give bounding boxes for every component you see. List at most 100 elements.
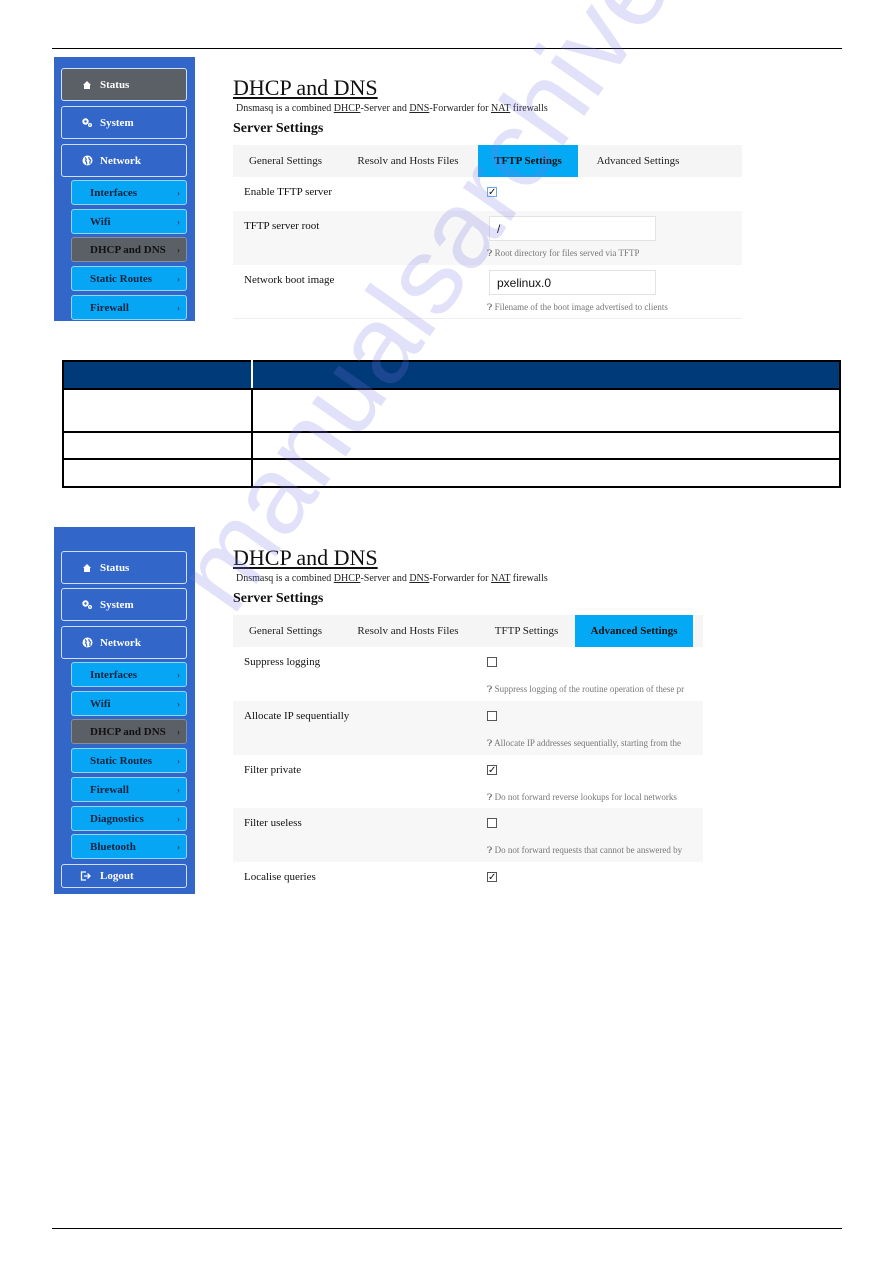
hint-text: Do not forward requests that cannot be a… <box>494 845 683 855</box>
sidebar-item-diagnostics[interactable]: Diagnostics › <box>71 806 187 831</box>
sidebar-item-firewall[interactable]: Firewall › <box>71 777 187 802</box>
field-label: Enable TFTP server <box>244 186 332 198</box>
sidebar-item-label: DHCP and DNS <box>90 243 166 256</box>
home-icon <box>80 563 94 573</box>
tab-general-settings[interactable]: General Settings <box>233 615 338 647</box>
sidebar-item-interfaces[interactable]: Interfaces › <box>71 180 187 205</box>
hint-text: Do not forward reverse lookups for local… <box>494 792 677 802</box>
sidebar-item-label: Bluetooth <box>90 840 136 853</box>
form-row: Localise queries ✓ <box>233 862 703 896</box>
desc-text: -Forwarder for <box>429 103 491 114</box>
table-row <box>62 388 841 433</box>
table-cell <box>62 388 253 433</box>
tab-tftp-settings[interactable]: TFTP Settings <box>478 145 578 177</box>
chevron-right-icon: › <box>177 669 180 680</box>
boot-image-input[interactable]: pxelinux.0 <box>489 270 656 295</box>
question-circle-icon: ❓︎ <box>487 845 495 855</box>
sidebar-item-label: Diagnostics <box>90 812 144 825</box>
sidebar-item-label: System <box>100 598 134 611</box>
chevron-right-icon: › <box>177 813 180 824</box>
sidebar-item-interfaces[interactable]: Interfaces › <box>71 662 187 687</box>
sidebar-item-system[interactable]: System <box>61 588 187 621</box>
sidebar-item-firewall[interactable]: Firewall › <box>71 295 187 320</box>
form-row: Filter useless ❓︎ Do not forward requests… <box>233 808 703 862</box>
logout-button[interactable]: Logout <box>61 864 187 888</box>
sidebar-item-dhcp-and-dns[interactable]: DHCP and DNS › <box>71 719 187 744</box>
tab-tftp-settings[interactable]: TFTP Settings <box>478 615 575 647</box>
logout-label: Logout <box>100 870 134 882</box>
table-cell <box>62 458 253 488</box>
sidebar-item-label: Network <box>100 636 141 649</box>
tab-advanced-settings[interactable]: Advanced Settings <box>575 615 693 647</box>
sidebar-item-static-routes[interactable]: Static Routes › <box>71 748 187 773</box>
chevron-right-icon: › <box>177 187 180 198</box>
settings-tabs: General Settings Resolv and Hosts Files … <box>233 145 742 177</box>
chevron-right-icon: › <box>177 841 180 852</box>
setting-checkbox[interactable]: ✓ <box>487 765 497 776</box>
form-row-boot-image: Network boot image pxelinux.0 ❓︎ Filenam… <box>233 265 742 319</box>
tab-resolv-hosts[interactable]: Resolv and Hosts Files <box>338 615 478 647</box>
nat-abbr: NAT <box>490 103 511 114</box>
enable-tftp-checkbox[interactable]: ✓ <box>487 187 497 198</box>
globe-icon <box>80 637 94 648</box>
field-label: Network boot image <box>244 274 335 286</box>
field-label: Filter useless <box>244 817 302 829</box>
sidebar-item-wifi[interactable]: Wifi › <box>71 209 187 234</box>
desc-text: Dnsmasq is a combined <box>236 103 334 114</box>
sidebar-item-system[interactable]: System <box>61 106 187 139</box>
tab-resolv-hosts[interactable]: Resolv and Hosts Files <box>338 145 478 177</box>
page-description: Dnsmasq is a combined DHCP-Server and DN… <box>236 103 548 114</box>
sidebar-bottom: Status System Network Interfaces › Wifi › … <box>54 527 195 894</box>
dhcp-abbr: DHCP <box>333 103 361 114</box>
section-title: Server Settings <box>233 591 324 606</box>
sidebar-item-label: Wifi <box>90 697 111 710</box>
field-label: Suppress logging <box>244 656 321 668</box>
desc-text: -Forwarder for <box>429 573 491 584</box>
sidebar-item-status[interactable]: Status <box>61 68 187 101</box>
form-row: Allocate IP sequentially ❓︎ Allocate IP a… <box>233 701 703 755</box>
sidebar-item-network[interactable]: Network <box>61 144 187 177</box>
page-title: DHCP and DNS <box>233 75 378 100</box>
field-hint: ❓︎ Do not forward requests that cannot b… <box>487 845 703 856</box>
form-row-enable-tftp: Enable TFTP server ✓ <box>233 177 742 211</box>
chevron-right-icon: › <box>177 273 180 284</box>
sidebar-item-wifi[interactable]: Wifi › <box>71 691 187 716</box>
setting-checkbox[interactable]: ✓ <box>487 872 497 883</box>
tftp-root-input[interactable]: / <box>489 216 656 241</box>
chevron-right-icon: › <box>177 698 180 709</box>
question-circle-icon: ❓︎ <box>487 792 495 802</box>
table-row <box>62 431 841 460</box>
setting-checkbox[interactable] <box>487 711 497 721</box>
desc-text: -Server and <box>360 573 410 584</box>
parameter-table <box>62 360 841 488</box>
field-label: TFTP server root <box>244 220 320 232</box>
sidebar-item-dhcp-and-dns[interactable]: DHCP and DNS › <box>71 237 187 262</box>
setting-checkbox[interactable] <box>487 657 497 667</box>
chevron-right-icon: › <box>177 302 180 313</box>
page-title: DHCP and DNS <box>233 545 378 570</box>
form-row-tftp-root: TFTP server root / ❓︎ Root directory for… <box>233 211 742 265</box>
tab-general-settings[interactable]: General Settings <box>233 145 338 177</box>
setting-checkbox[interactable] <box>487 818 497 828</box>
sidebar-item-bluetooth[interactable]: Bluetooth › <box>71 834 187 859</box>
chevron-right-icon: › <box>177 726 180 737</box>
sidebar-item-label: Static Routes <box>90 272 153 285</box>
tab-advanced-settings[interactable]: Advanced Settings <box>578 145 698 177</box>
section-title: Server Settings <box>233 121 324 136</box>
table-row <box>62 458 841 488</box>
home-icon <box>80 80 94 90</box>
logout-icon <box>80 871 94 881</box>
desc-text: firewalls <box>510 573 548 584</box>
question-circle-icon: ❓︎ <box>487 248 493 258</box>
desc-text: Dnsmasq is a combined <box>236 573 334 584</box>
sidebar-item-static-routes[interactable]: Static Routes › <box>71 266 187 291</box>
sidebar-item-label: Firewall <box>90 783 129 796</box>
table-header-row <box>62 360 841 390</box>
dns-abbr: DNS <box>409 103 430 114</box>
sidebar-item-label: Wifi <box>90 215 111 228</box>
field-label: Allocate IP sequentially <box>244 710 350 722</box>
question-circle-icon: ❓︎ <box>487 684 495 694</box>
sidebar-item-label: Network <box>100 154 141 167</box>
sidebar-item-status[interactable]: Status <box>61 551 187 584</box>
sidebar-item-network[interactable]: Network <box>61 626 187 659</box>
